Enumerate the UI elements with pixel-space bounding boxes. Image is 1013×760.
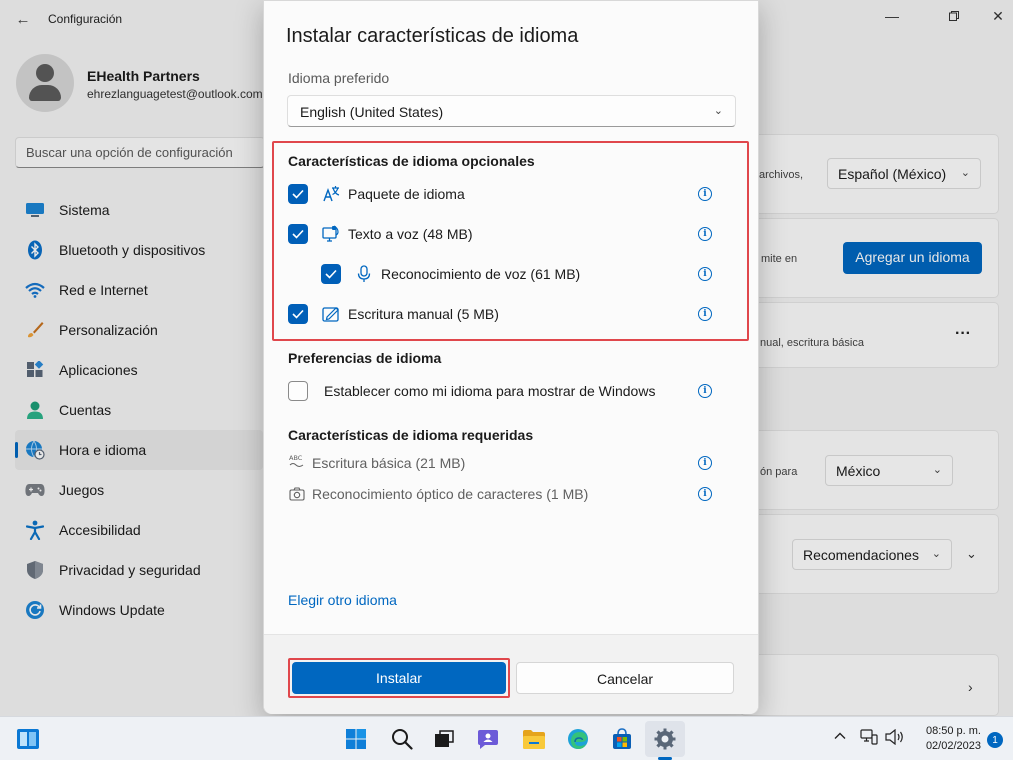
edge-icon[interactable] bbox=[564, 725, 592, 753]
dialog-title: Instalar características de idioma bbox=[286, 25, 579, 47]
preferred-language-label: Idioma preferido bbox=[288, 70, 390, 86]
language-preferences-heading: Preferencias de idioma bbox=[288, 350, 442, 366]
file-explorer-icon[interactable] bbox=[520, 725, 548, 753]
search-icon[interactable] bbox=[388, 725, 416, 753]
settings-icon[interactable] bbox=[645, 721, 685, 757]
required-feature-label: Reconocimiento óptico de caracteres (1 M… bbox=[312, 486, 589, 502]
task-view-icon[interactable] bbox=[430, 725, 458, 753]
cancel-button[interactable]: Cancelar bbox=[516, 662, 734, 694]
display-language-label: Establecer como mi idioma para mostrar d… bbox=[324, 383, 656, 399]
chat-icon[interactable] bbox=[474, 725, 502, 753]
required-features-heading: Características de idioma requeridas bbox=[288, 427, 534, 443]
network-icon[interactable] bbox=[860, 729, 878, 748]
clock-date: 02/02/2023 bbox=[925, 740, 981, 752]
select-value: English (United States) bbox=[300, 104, 444, 120]
notification-badge[interactable]: 1 bbox=[987, 732, 1003, 748]
chevron-down-icon: ⌄ bbox=[713, 105, 723, 117]
abc-icon: ABC bbox=[288, 452, 306, 470]
required-feature-label: Escritura básica (21 MB) bbox=[312, 455, 466, 471]
required-row-basic-typing: ABC Escritura básica (21 MB) i bbox=[288, 452, 736, 476]
clock-time: 08:50 p. m. bbox=[925, 725, 981, 737]
svg-text:ABC: ABC bbox=[289, 454, 303, 462]
choose-other-language-link[interactable]: Elegir otro idioma bbox=[288, 592, 397, 608]
preferred-language-select[interactable]: English (United States) ⌄ bbox=[287, 95, 736, 127]
optional-features-highlight bbox=[272, 141, 749, 341]
required-row-ocr: Reconocimiento óptico de caracteres (1 M… bbox=[288, 483, 736, 507]
install-language-dialog: Instalar características de idioma Idiom… bbox=[263, 0, 759, 714]
info-icon[interactable]: i bbox=[698, 384, 712, 398]
taskbar: 08:50 p. m. 02/02/2023 1 bbox=[0, 716, 1013, 760]
info-icon[interactable]: i bbox=[698, 456, 712, 470]
install-button-highlight bbox=[288, 658, 510, 698]
camera-icon bbox=[288, 485, 306, 503]
dialog-footer: Instalar Cancelar bbox=[264, 634, 758, 714]
chevron-up-icon[interactable] bbox=[833, 729, 847, 746]
display-language-checkbox[interactable] bbox=[288, 381, 308, 401]
widgets-icon[interactable] bbox=[14, 725, 42, 753]
start-icon[interactable] bbox=[342, 725, 370, 753]
volume-icon[interactable] bbox=[885, 728, 905, 748]
info-icon[interactable]: i bbox=[698, 487, 712, 501]
clock[interactable]: 08:50 p. m. 02/02/2023 bbox=[926, 724, 981, 754]
store-icon[interactable] bbox=[608, 725, 636, 753]
display-language-row: Establecer como mi idioma para mostrar d… bbox=[288, 380, 736, 404]
